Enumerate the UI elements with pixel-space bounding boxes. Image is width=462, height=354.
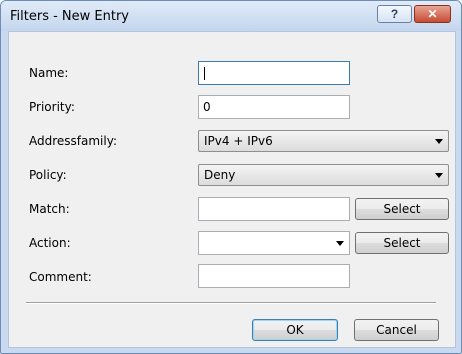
help-button[interactable]: ? (377, 5, 412, 23)
match-select-button[interactable]: Select (355, 198, 449, 220)
divider (26, 302, 436, 304)
name-label: Name: (29, 66, 69, 80)
priority-label: Priority: (29, 100, 75, 114)
policy-label: Policy: (29, 168, 67, 182)
title-bar[interactable]: Filters - New Entry ? ✕ (1, 1, 461, 31)
ok-button[interactable]: OK (252, 319, 338, 341)
policy-value: Deny (204, 168, 236, 182)
comment-label: Comment: (29, 270, 92, 284)
chevron-down-icon (435, 139, 443, 144)
chevron-down-icon (435, 173, 443, 178)
window-title: Filters - New Entry (10, 9, 129, 24)
policy-select[interactable]: Deny (198, 164, 449, 186)
addressfamily-label: Addressfamily: (29, 134, 117, 148)
dialog-body: Name: Priority: 0 Addressfamily: IPv4 + … (8, 31, 456, 348)
priority-field[interactable]: 0 (198, 95, 350, 119)
comment-field[interactable] (198, 264, 350, 288)
match-field[interactable] (198, 197, 350, 221)
cancel-button[interactable]: Cancel (354, 319, 439, 341)
text-caret (204, 67, 205, 80)
name-field[interactable] (198, 61, 350, 85)
action-combo[interactable] (198, 231, 350, 255)
help-icon: ? (390, 7, 399, 21)
addressfamily-select[interactable]: IPv4 + IPv6 (198, 130, 449, 152)
dialog-window: Filters - New Entry ? ✕ Name: Priority: … (0, 0, 462, 354)
action-select-button[interactable]: Select (355, 232, 449, 254)
close-button[interactable]: ✕ (414, 5, 451, 23)
addressfamily-value: IPv4 + IPv6 (204, 134, 273, 148)
match-label: Match: (29, 202, 70, 216)
action-label: Action: (29, 236, 71, 250)
priority-value: 0 (203, 100, 211, 114)
chevron-down-icon[interactable] (336, 241, 344, 246)
close-icon: ✕ (427, 7, 438, 21)
